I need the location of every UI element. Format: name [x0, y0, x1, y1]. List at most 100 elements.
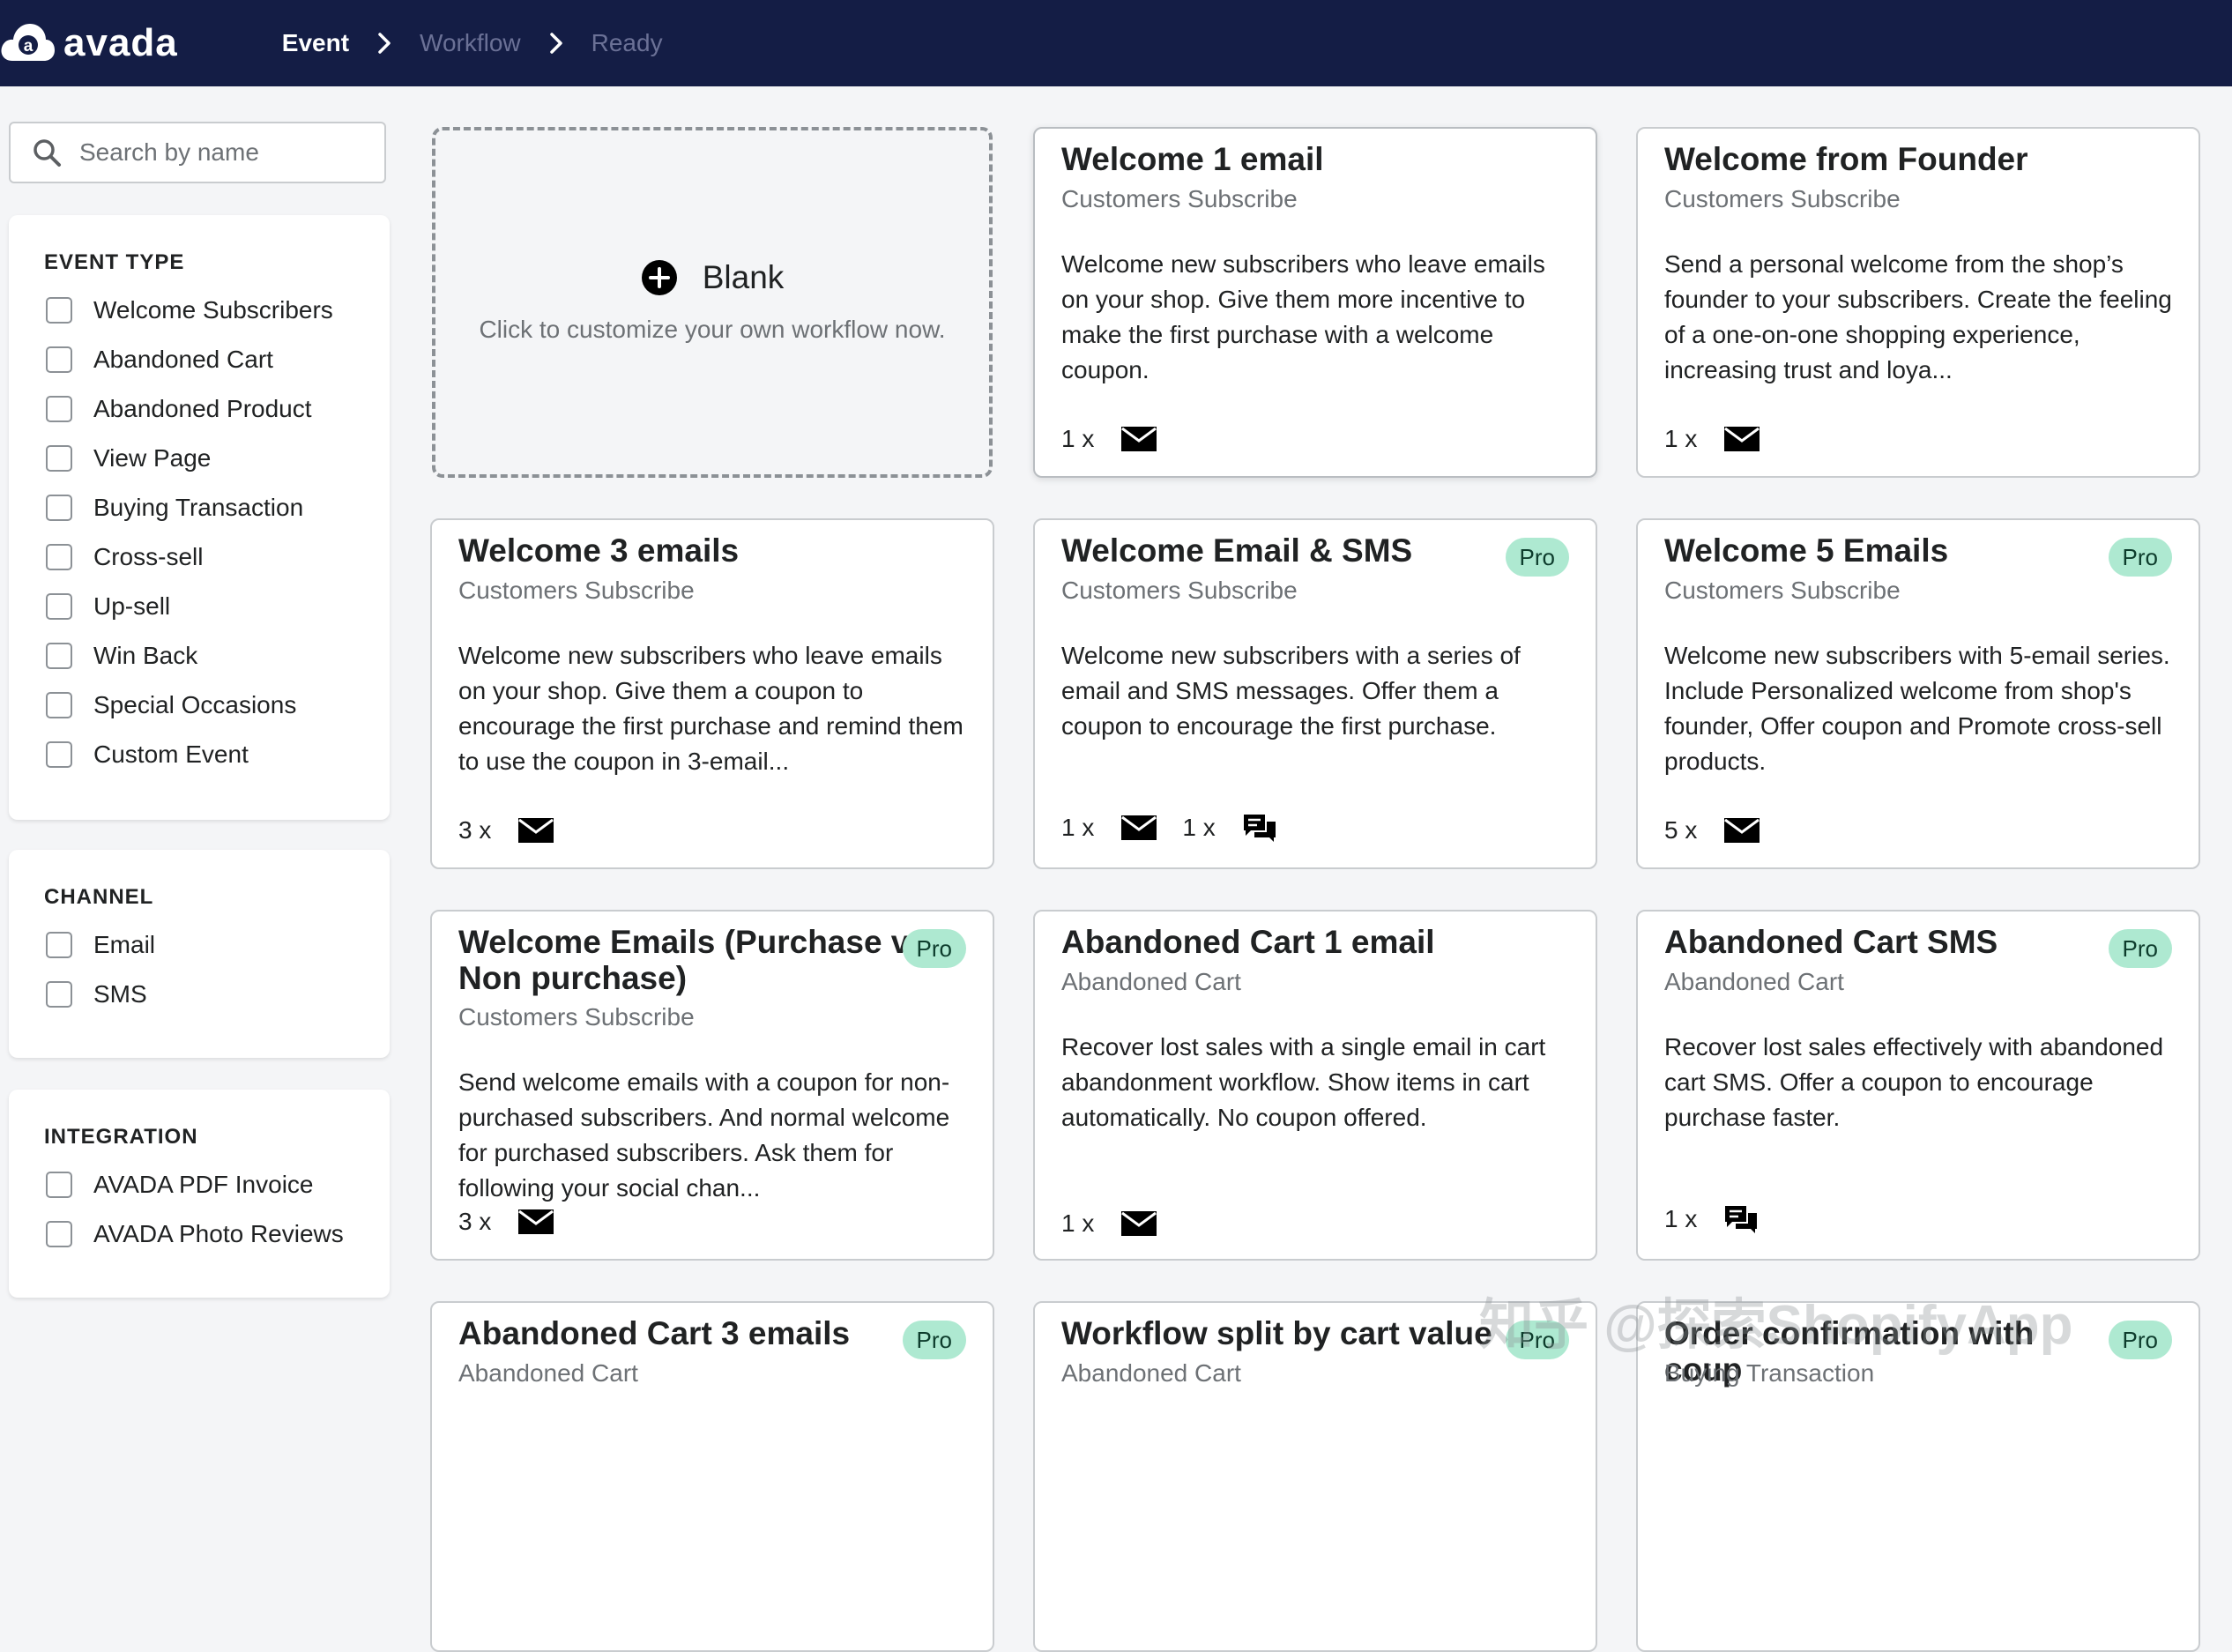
checkbox[interactable]	[46, 932, 72, 958]
filter-label: Cross-sell	[93, 543, 204, 570]
email-count: 3 x	[458, 1208, 492, 1235]
email-icon	[1120, 426, 1157, 452]
card-title: Welcome 5 Emails	[1664, 532, 1949, 569]
filter-welcome-subscribers[interactable]: Welcome Subscribers	[46, 296, 333, 324]
filter-view-page[interactable]: View Page	[46, 444, 211, 473]
card-description: Send welcome emails with a coupon for no…	[458, 1068, 950, 1202]
pro-badge: Pro	[1505, 538, 1569, 577]
card-title: Abandoned Cart 1 email	[1061, 924, 1435, 960]
checkbox[interactable]	[46, 593, 72, 620]
email-icon	[1723, 426, 1760, 452]
checkbox[interactable]	[46, 1172, 72, 1198]
card-category: Customers Subscribe	[1061, 185, 1298, 212]
plus-circle-icon	[641, 259, 678, 296]
card-category: Customers Subscribe	[1061, 577, 1298, 604]
email-icon	[1723, 817, 1760, 844]
logo-text: avada	[63, 21, 178, 64]
integration-filter: INTEGRATION AVADA PDF Invoice AVADA Phot…	[9, 1090, 390, 1298]
card-title: Abandoned Cart 3 emails	[458, 1315, 851, 1351]
card-title: Welcome 1 email	[1061, 141, 1324, 177]
card-description: Recover lost sales effectively with aban…	[1664, 1033, 2164, 1131]
pro-badge: Pro	[902, 929, 966, 968]
top-navigation-bar: a avada Event Workflow Ready	[0, 0, 2232, 86]
filter-cross-sell[interactable]: Cross-sell	[46, 543, 203, 571]
blank-subtitle: Click to customize your own workflow now…	[479, 316, 946, 343]
filter-label: Welcome Subscribers	[93, 296, 333, 324]
filter-avada-photo-reviews[interactable]: AVADA Photo Reviews	[46, 1220, 344, 1248]
chevron-right-icon	[377, 32, 391, 55]
checkbox[interactable]	[46, 981, 72, 1008]
breadcrumb-event[interactable]: Event	[282, 29, 349, 57]
avada-logo[interactable]: a avada	[0, 17, 178, 70]
workflow-card-abandoned-cart-1-email[interactable]: Abandoned Cart 1 email Abandoned Cart Re…	[1033, 910, 1597, 1261]
card-description: Welcome new subscribers who leave emails…	[1061, 250, 1545, 383]
pro-badge: Pro	[2108, 538, 2172, 577]
filter-title-event-type: EVENT TYPE	[44, 250, 185, 274]
search-box[interactable]	[9, 122, 386, 183]
email-count: 1 x	[1061, 1209, 1095, 1237]
workflow-card-welcome-5-emails[interactable]: Welcome 5 Emails Pro Customers Subscribe…	[1636, 518, 2200, 869]
filter-label: View Page	[93, 444, 212, 472]
sms-count: 1 x	[1664, 1205, 1698, 1232]
email-icon	[1120, 1210, 1157, 1237]
sms-icon	[1242, 813, 1277, 843]
filter-label: Buying Transaction	[93, 494, 304, 521]
breadcrumb-workflow[interactable]: Workflow	[420, 29, 521, 57]
pro-badge: Pro	[902, 1321, 966, 1359]
checkbox[interactable]	[46, 643, 72, 669]
workflow-card-welcome-1-email[interactable]: Welcome 1 email Customers Subscribe Welc…	[1033, 127, 1597, 478]
checkbox[interactable]	[46, 396, 72, 422]
card-footer: 1 x	[1664, 1204, 1782, 1234]
filter-avada-pdf-invoice[interactable]: AVADA PDF Invoice	[46, 1171, 314, 1199]
card-description: Welcome new subscribers with 5-email ser…	[1664, 642, 2170, 775]
checkbox[interactable]	[46, 544, 72, 570]
workflow-card-welcome-3-emails[interactable]: Welcome 3 emails Customers Subscribe Wel…	[430, 518, 994, 869]
card-title: Welcome 3 emails	[458, 532, 740, 569]
filter-email[interactable]: Email	[46, 931, 155, 959]
email-count: 5 x	[1664, 816, 1698, 844]
filter-sms[interactable]: SMS	[46, 980, 147, 1008]
filter-label: AVADA Photo Reviews	[93, 1220, 344, 1247]
checkbox[interactable]	[46, 692, 72, 718]
card-category: Customers Subscribe	[1664, 185, 1901, 212]
workflow-card-welcome-emails-purchase[interactable]: Welcome Emails (Purchase vs Non purchase…	[430, 910, 994, 1261]
filter-abandoned-cart[interactable]: Abandoned Cart	[46, 346, 273, 374]
card-category: Customers Subscribe	[458, 1003, 695, 1031]
filter-custom-event[interactable]: Custom Event	[46, 740, 249, 769]
checkbox[interactable]	[46, 495, 72, 521]
card-description: Send a personal welcome from the shop’s …	[1664, 250, 2172, 383]
checkbox[interactable]	[46, 741, 72, 768]
checkbox[interactable]	[46, 297, 72, 324]
filter-win-back[interactable]: Win Back	[46, 642, 197, 670]
breadcrumb-ready[interactable]: Ready	[591, 29, 663, 57]
filter-abandoned-product[interactable]: Abandoned Product	[46, 395, 312, 423]
email-icon	[517, 1209, 554, 1235]
card-category: Customers Subscribe	[458, 577, 695, 604]
blank-workflow-card[interactable]: Blank Click to customize your own workfl…	[432, 127, 993, 478]
email-count: 3 x	[458, 816, 492, 844]
workflow-card-abandoned-cart-sms[interactable]: Abandoned Cart SMS Pro Abandoned Cart Re…	[1636, 910, 2200, 1261]
card-footer: 1 x	[1664, 425, 1783, 453]
card-footer: 1 x 1 x	[1061, 813, 1300, 843]
filter-special-occasions[interactable]: Special Occasions	[46, 691, 296, 719]
sms-icon	[1723, 1204, 1759, 1234]
card-footer: 1 x	[1061, 1209, 1180, 1238]
filter-label: AVADA PDF Invoice	[93, 1171, 314, 1198]
filter-label: Abandoned Product	[93, 395, 312, 422]
checkbox[interactable]	[46, 346, 72, 373]
filter-label: Custom Event	[93, 740, 249, 768]
workflow-card-welcome-from-founder[interactable]: Welcome from Founder Customers Subscribe…	[1636, 127, 2200, 478]
channel-filter: CHANNEL Email SMS	[9, 850, 390, 1058]
checkbox[interactable]	[46, 445, 72, 472]
filter-buying-transaction[interactable]: Buying Transaction	[46, 494, 303, 522]
email-icon	[517, 817, 554, 844]
card-category: Abandoned Cart	[458, 1359, 638, 1387]
filter-up-sell[interactable]: Up-sell	[46, 592, 170, 621]
card-footer: 1 x	[1061, 425, 1180, 453]
filter-title-integration: INTEGRATION	[44, 1125, 198, 1149]
workflow-card-welcome-email-sms[interactable]: Welcome Email & SMS Pro Customers Subscr…	[1033, 518, 1597, 869]
checkbox[interactable]	[46, 1221, 72, 1247]
search-input[interactable]	[78, 138, 372, 167]
workflow-card-abandoned-cart-3-emails[interactable]: Abandoned Cart 3 emails Pro Abandoned Ca…	[430, 1301, 994, 1652]
card-footer: 5 x	[1664, 816, 1783, 845]
